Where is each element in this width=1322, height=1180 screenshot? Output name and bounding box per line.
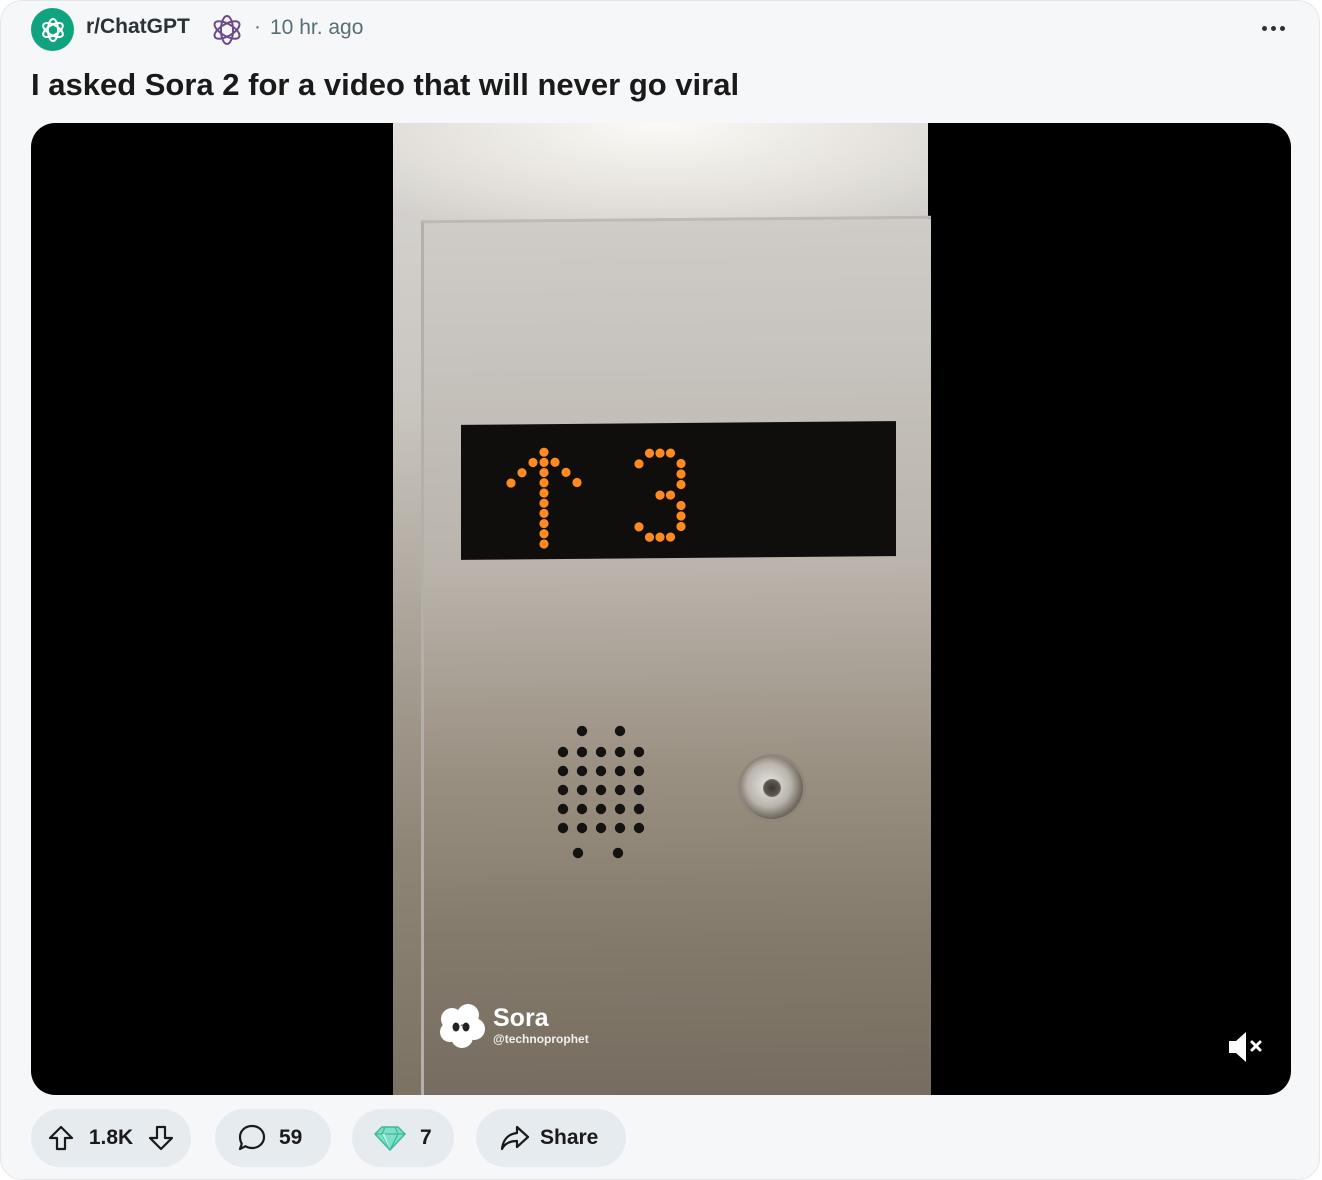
camera-lens [741,757,803,819]
led-dot [676,521,686,532]
post-card: r/ChatGPT · 10 hr. ago I asked Sora 2 fo… [0,0,1320,1180]
speaker-hole [557,765,569,777]
speaker-hole [576,822,588,834]
share-label: Share [540,1126,599,1149]
speaker-hole [612,847,624,859]
speaker-hole [576,746,588,758]
diamond-award-icon [374,1126,406,1151]
led-dot [539,478,549,488]
speaker-hole [614,725,626,737]
led-dot [676,469,686,479]
more-options-icon [1261,25,1267,31]
elevator-panel [421,215,931,1095]
comment-bubble-icon [238,1124,266,1151]
speaker-hole [595,765,607,777]
speaker-hole [557,803,569,815]
speaker-hole [633,822,645,834]
speaker-hole [557,746,569,758]
speaker-hole [614,822,626,834]
led-dot [539,539,549,549]
share-button[interactable]: Share [476,1109,626,1167]
speaker-hole [595,803,607,815]
floor-display [461,421,896,560]
led-dot [634,459,644,469]
led-dot [539,457,549,467]
led-dot [644,532,655,542]
downvote-icon[interactable] [147,1124,175,1152]
led-dot [539,518,549,529]
led-dot [517,468,527,478]
led-dot [676,458,686,469]
floor-indicator-leds [506,447,686,549]
comment-count: 59 [279,1126,303,1149]
speaker-hole [633,803,645,815]
led-dot [539,488,549,498]
flair-openai-icon [213,15,241,45]
speaker-hole [633,746,645,758]
speaker-hole [595,746,607,758]
video-player[interactable]: Sora @technoprophet [31,123,1291,1095]
speaker-hole [633,765,645,777]
speaker-hole [572,847,584,859]
comments-button[interactable]: 59 [215,1109,331,1167]
award-button[interactable]: 7 [352,1109,454,1167]
sora-logo-icon [440,1004,485,1048]
speaker-hole [614,803,626,815]
led-dot [539,467,549,478]
led-dot [676,500,686,511]
post-timestamp: 10 hr. ago [270,16,364,39]
led-dot [561,467,571,477]
watermark-handle: @technoprophet [493,1032,589,1046]
led-dot [539,529,549,539]
speaker-hole [576,784,588,796]
led-dot [644,448,655,458]
speaker-hole [633,784,645,796]
subreddit-avatar[interactable] [31,8,74,51]
speaker-hole [595,784,607,796]
led-dot [665,448,676,458]
speaker-hole [595,822,607,834]
meta-separator: · [254,15,261,38]
led-dot [655,490,665,500]
subreddit-name[interactable]: r/ChatGPT [86,15,190,39]
post-title[interactable]: I asked Sora 2 for a video that will nev… [31,67,739,103]
led-dot [655,448,665,458]
share-arrow-icon [500,1125,530,1151]
led-dot [539,447,549,457]
speaker-hole [614,746,626,758]
mute-toggle-icon[interactable] [1225,1029,1269,1065]
vote-count: 1.8K [88,1126,134,1149]
led-dot [528,457,538,468]
led-dot [539,498,549,508]
led-dot [676,511,686,521]
vote-bar: 1.8K [31,1109,191,1167]
led-dot [655,532,665,542]
watermark-name: Sora [493,1004,549,1032]
speaker-hole [576,803,588,815]
more-options-button[interactable] [1253,10,1293,46]
led-dot [506,478,516,488]
upvote-icon[interactable] [47,1124,75,1152]
led-dot [665,532,676,542]
led-dot [572,477,582,488]
speaker-hole [576,725,588,737]
speaker-grille [557,725,645,859]
video-frame: Sora @technoprophet [393,123,931,1095]
openai-logo-icon [41,17,64,42]
speaker-hole [614,784,626,796]
led-dot [550,457,560,467]
speaker-hole [576,765,588,777]
speaker-hole [557,822,569,834]
speaker-hole [614,765,626,777]
led-dot [634,522,644,532]
led-dot [676,479,686,490]
speaker-hole [557,784,569,796]
led-dot [665,490,676,500]
led-dot [539,508,549,518]
award-count: 7 [420,1126,432,1149]
